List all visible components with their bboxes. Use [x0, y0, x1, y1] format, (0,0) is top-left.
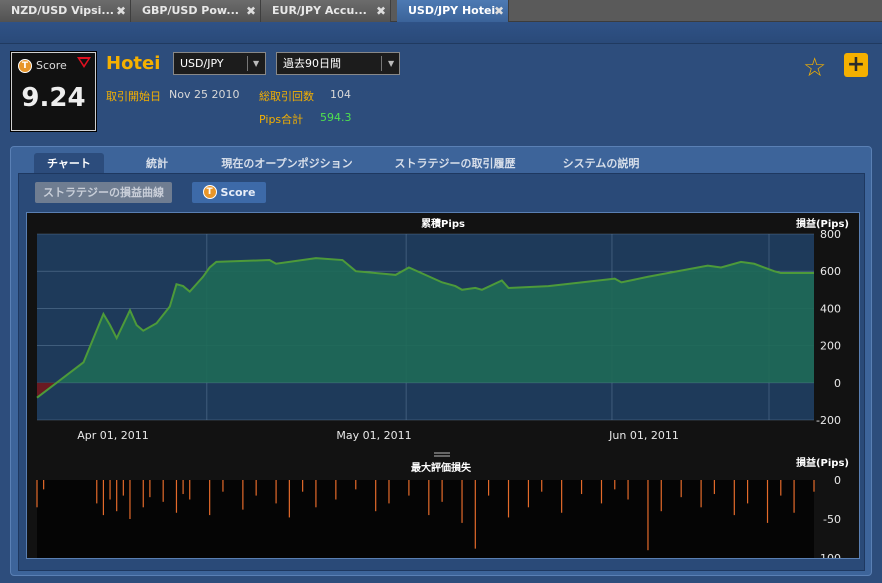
start-date-label: 取引開始日: [106, 90, 161, 103]
close-icon[interactable]: ✖: [376, 0, 386, 22]
star-icon[interactable]: ☆: [803, 55, 826, 81]
pips-total-value: 594.3: [320, 111, 352, 124]
total-trades-label: 総取引回数: [259, 90, 314, 103]
browser-tab-usdjpy[interactable]: USD/JPY Hotei ✖: [397, 0, 509, 22]
close-icon[interactable]: ✖: [246, 0, 256, 22]
tab-open-positions[interactable]: 現在のオープンポジション: [219, 153, 355, 174]
panel-tab-bar: チャート 統計 現在のオープンポジション ストラテジーの取引履歴 システムの説明: [11, 150, 871, 174]
add-button[interactable]: +: [844, 53, 868, 77]
score-t-icon: T: [202, 185, 217, 199]
chevron-down-icon: ▼: [253, 59, 260, 68]
strategy-name: Hotei: [106, 53, 161, 74]
y-tick-label: 200: [820, 340, 841, 353]
y-axis-label: 損益(Pips): [796, 217, 849, 230]
x-tick-label: Jun 01, 2011: [608, 429, 679, 442]
y-tick-label: 0: [834, 377, 841, 390]
chevron-down-icon: ▼: [388, 59, 395, 68]
y-tick-label: 400: [820, 302, 841, 315]
browser-tab-label: USD/JPY Hotei: [408, 4, 496, 17]
browser-tab-label: NZD/USD Vipsi...: [11, 4, 114, 17]
charts-svg: 8006004002000-200累積Pips 損益(Pips)Apr 01, 2…: [36, 217, 849, 565]
period-select-value: 過去90日間: [283, 57, 341, 70]
tab-chart[interactable]: チャート: [34, 153, 104, 174]
drawdown-background: [37, 480, 814, 558]
y-tick-label: -200: [816, 414, 841, 427]
close-icon[interactable]: ✖: [116, 0, 126, 22]
x-tick-label: May 01, 2011: [336, 429, 411, 442]
x-tick-label: Apr 01, 2011: [77, 429, 149, 442]
browser-tab-nzdusd[interactable]: NZD/USD Vipsi... ✖: [0, 0, 131, 22]
y-tick-label: -100: [816, 552, 841, 558]
score-label: Score: [36, 59, 67, 72]
down-arrow-icon: [77, 57, 91, 68]
browser-tab-gbpusd[interactable]: GBP/USD Pow... ✖: [131, 0, 261, 22]
close-icon[interactable]: ✖: [494, 0, 504, 22]
tab-stats[interactable]: 統計: [131, 153, 183, 174]
header-band: [0, 22, 882, 44]
browser-tab-eurjpy[interactable]: EUR/JPY Accu... ✖: [261, 0, 391, 22]
y-tick-label: 0: [834, 474, 841, 487]
score-value: 9.24: [21, 83, 86, 113]
period-select[interactable]: 過去90日間 ▼: [276, 52, 400, 75]
pips-total-label: Pips合計: [259, 113, 304, 126]
y-tick-label: -50: [823, 513, 841, 526]
start-date-value: Nov 25 2010: [169, 88, 240, 101]
equity-curve-button[interactable]: ストラテジーの損益曲線: [35, 182, 172, 203]
chart-title: 累積Pips: [421, 217, 465, 230]
browser-tab-bar: NZD/USD Vipsi... ✖ GBP/USD Pow... ✖ EUR/…: [0, 0, 882, 22]
score-button[interactable]: T Score: [192, 182, 266, 203]
pair-select-value: USD/JPY: [180, 57, 224, 70]
chart-title: 最大評価損失: [411, 461, 472, 474]
score-button-label: Score: [220, 186, 256, 199]
tab-system-description[interactable]: システムの説明: [556, 153, 646, 174]
score-card[interactable]: T Score 9.24: [11, 52, 96, 131]
y-tick-label: 600: [820, 265, 841, 278]
total-trades-value: 104: [330, 88, 351, 101]
select-divider: [381, 56, 382, 71]
chart-area: 800 600 400 200 0 -200 累積Pips 損益(Pips) Apr 01, 2…: [26, 212, 860, 565]
pair-select[interactable]: USD/JPY ▼: [173, 52, 266, 75]
browser-tab-label: GBP/USD Pow...: [142, 4, 239, 17]
select-divider: [247, 56, 248, 71]
browser-tab-label: EUR/JPY Accu...: [272, 4, 367, 17]
tab-trade-history[interactable]: ストラテジーの取引履歴: [392, 153, 518, 174]
score-t-icon: T: [18, 59, 32, 73]
y-axis-label: 損益(Pips): [796, 456, 849, 469]
